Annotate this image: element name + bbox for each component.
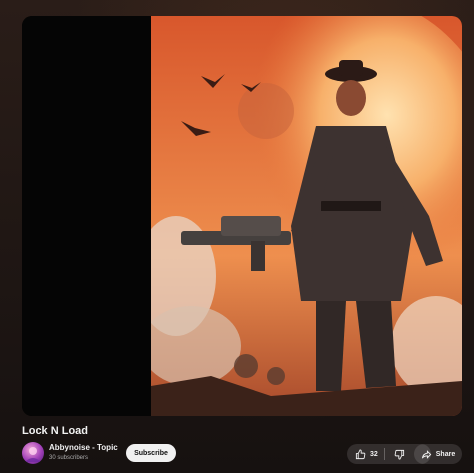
subscribe-button[interactable]: Subscribe	[126, 444, 176, 462]
dislike-button[interactable]	[385, 444, 415, 464]
thumbs-down-icon	[394, 449, 405, 460]
share-button[interactable]: Share	[414, 444, 462, 464]
like-count: 32	[370, 450, 378, 458]
letterbox-area	[22, 16, 151, 416]
avatar-image-icon	[25, 447, 41, 462]
channel-row: Abbynoise - Topic 30 subscribers Subscri…	[22, 442, 462, 466]
video-player[interactable]	[22, 16, 462, 416]
thumbs-up-icon	[355, 448, 366, 460]
video-title: Lock N Load	[22, 425, 89, 437]
album-artwork	[151, 16, 462, 416]
channel-name[interactable]: Abbynoise - Topic	[49, 443, 118, 452]
share-arrow-icon	[421, 449, 432, 460]
channel-avatar[interactable]	[22, 442, 44, 464]
like-button[interactable]: 32	[347, 444, 384, 464]
share-label: Share	[435, 450, 456, 458]
subscriber-count: 30 subscribers	[49, 455, 89, 461]
